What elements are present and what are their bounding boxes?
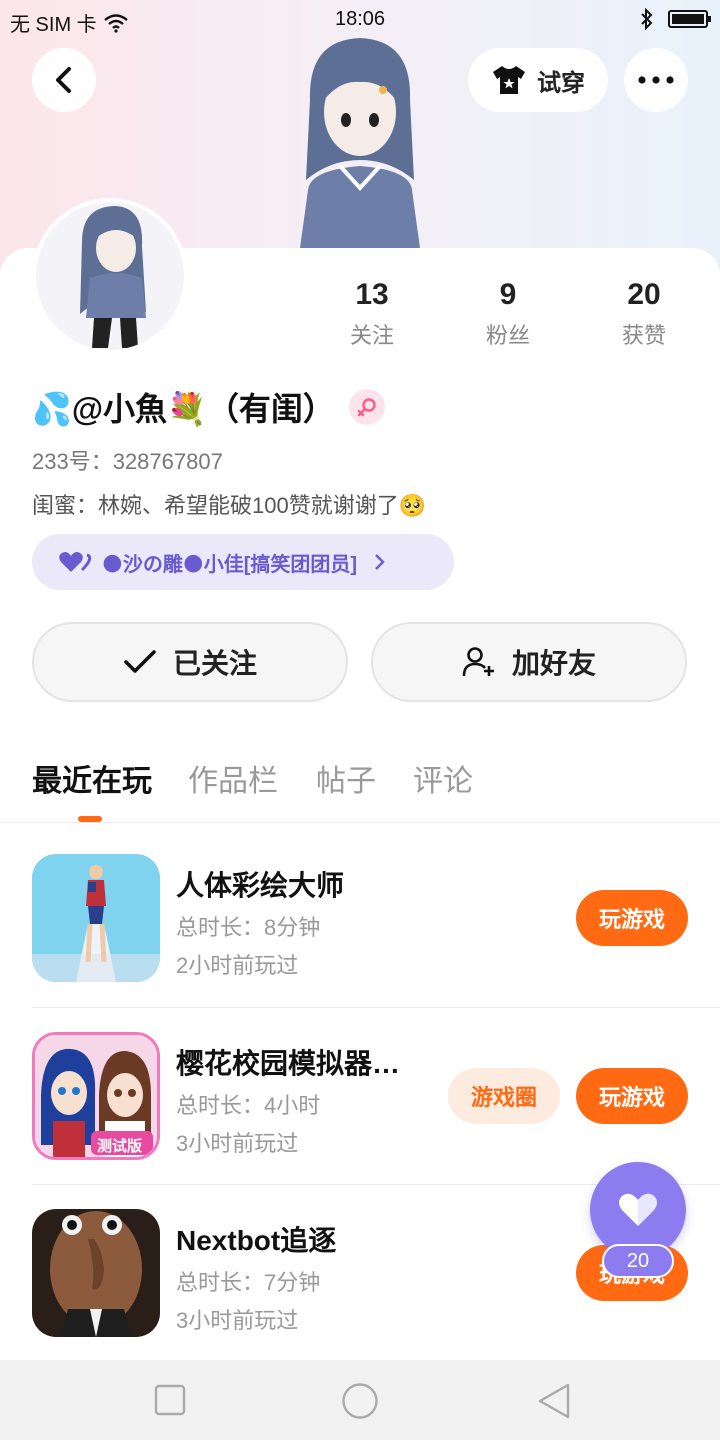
tab-works[interactable]: 作品栏 [188,756,278,800]
tshirt-icon [493,66,525,94]
game-duration: 总时长：7分钟 [176,1270,321,1295]
game-icon-nextbot [32,1209,160,1337]
profile-tabs: 最近在玩 作品栏 帖子 评论 [0,756,720,822]
heart-icon [619,1193,657,1226]
home-icon[interactable] [341,1382,379,1420]
chevron-right-icon [375,554,385,570]
avatar-figure [80,206,146,348]
system-nav-bar [0,1360,720,1440]
try-on-label: 试穿 [537,69,585,97]
avatar[interactable] [32,198,188,354]
recent-apps-icon[interactable] [154,1384,186,1416]
stat-label: 关注 [349,323,394,348]
bluetooth-icon [641,8,653,30]
tab-recently-played[interactable]: 最近在玩 [32,756,152,800]
chevron-left-icon [56,67,71,93]
more-dots-icon [638,76,674,84]
stat-value: 13 [355,278,389,311]
clock: 18:06 [334,8,386,30]
followed-button[interactable]: 已关注 [32,622,348,702]
game-circle-button[interactable]: 游戏圈 [448,1068,560,1124]
add-friend-button[interactable]: 加好友 [371,622,687,702]
game-last-played: 3小时前玩过 [176,1308,299,1333]
play-game-button[interactable]: 玩游戏 [576,890,688,946]
game-icon-sakura-school: 测试版 [32,1032,160,1160]
battery-icon [668,10,711,28]
back-button[interactable] [32,48,96,112]
game-title: 樱花校园模拟器测试版 [176,1048,426,1079]
game-last-played: 3小时前玩过 [176,1131,299,1156]
user-id: 233号：328767807 [32,449,223,474]
more-button[interactable] [624,48,688,112]
stat-label: 粉丝 [485,323,530,348]
game-duration: 总时长：4小时 [176,1093,321,1118]
female-icon [348,389,385,425]
stat-following[interactable]: 13 关注 [312,278,432,350]
group-link[interactable]: 🌑沙の雕🌑小佳[搞笑团团员] [32,534,454,590]
check-icon [124,650,156,673]
game-icon-body-paint [32,854,160,982]
play-game-button[interactable]: 玩游戏 [576,1068,688,1124]
name-row: 💦@小魚💐（有闺） [32,384,385,430]
divider [0,822,720,823]
back-nav-icon[interactable] [536,1382,572,1420]
stat-value: 20 [627,278,661,311]
username: 💦@小魚💐（有闺） [32,391,335,427]
followed-label: 已关注 [172,648,257,679]
group-name: 🌑沙の雕🌑小佳[搞笑团团员] [102,553,358,576]
like-count-badge: 20 [602,1244,674,1278]
tab-posts[interactable]: 帖子 [316,756,376,800]
stat-value: 9 [499,278,517,311]
user-bio: 闺蜜：林婉、希望能破100赞就谢谢了🥺 [32,493,427,518]
try-on-button[interactable]: 试穿 [468,48,608,112]
game-title: 人体彩绘大师 [176,870,345,901]
stat-likes[interactable]: 20 获赞 [584,278,704,350]
stat-followers[interactable]: 9 粉丝 [448,278,568,350]
avatar-3d-figure [300,38,420,248]
add-user-icon [462,647,494,677]
game-title: Nextbot追逐 [176,1225,337,1256]
purple-hearts-icon [59,552,92,572]
icon-badge-text: 测试版 [97,1138,143,1155]
stat-label: 获赞 [621,323,666,348]
game-duration: 总时长：8分钟 [176,915,321,940]
list-item[interactable]: 人体彩绘大师 总时长：8分钟 2小时前玩过 玩游戏 [32,854,720,984]
add-friend-label: 加好友 [511,648,596,679]
game-last-played: 2小时前玩过 [176,953,299,978]
list-item[interactable]: 测试版 樱花校园模拟器测试版 总时长：4小时 3小时前玩过 游戏圈 玩游戏 [32,1032,720,1162]
tab-comments[interactable]: 评论 [413,756,473,800]
divider [32,1007,720,1008]
